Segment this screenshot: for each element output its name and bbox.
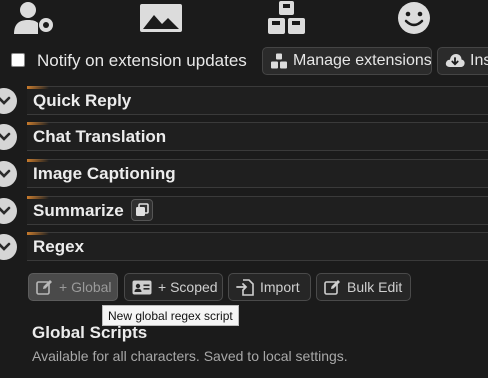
id-card-icon	[132, 280, 152, 294]
drawer-title: Image Captioning	[33, 164, 176, 183]
install-extension-button[interactable]: Ins	[437, 47, 488, 75]
chevron-down-icon[interactable]	[0, 124, 17, 150]
cloud-download-icon	[445, 54, 465, 67]
drawer-image-captioning[interactable]: Image Captioning	[27, 159, 488, 188]
smiley-icon[interactable]	[394, 0, 434, 36]
chevron-down-icon[interactable]	[0, 88, 17, 114]
edit-icon	[36, 280, 52, 295]
notify-updates-checkbox[interactable]	[11, 53, 25, 67]
drawer-chat-translation[interactable]: Chat Translation	[27, 122, 488, 151]
global-scripts-heading: Global Scripts	[32, 323, 148, 342]
user-settings-icon[interactable]	[12, 0, 56, 36]
copy-icon[interactable]	[131, 199, 153, 221]
cubes-icon	[271, 53, 287, 69]
notify-updates-label: Notify on extension updates	[37, 51, 247, 70]
import-script-label: Import	[260, 279, 300, 295]
chevron-down-icon[interactable]	[0, 234, 17, 260]
manage-extensions-label: Manage extensions	[293, 52, 432, 69]
notify-row: Notify on extension updates Manage exten…	[0, 46, 488, 76]
new-scoped-script-label: + Scoped	[158, 279, 218, 295]
tooltip: New global regex script	[102, 305, 239, 326]
drawer-regex[interactable]: Regex	[27, 232, 488, 261]
install-extension-label: Ins	[470, 52, 488, 69]
bulk-edit-label: Bulk Edit	[347, 279, 403, 295]
new-scoped-script-button[interactable]: + Scoped	[124, 273, 223, 301]
drawer-title: Chat Translation	[33, 127, 167, 146]
drawer-title: Summarize	[33, 201, 124, 220]
import-script-button[interactable]: Import	[228, 273, 311, 301]
bulk-edit-button[interactable]: Bulk Edit	[316, 273, 411, 301]
manage-extensions-button[interactable]: Manage extensions	[262, 47, 432, 75]
chevron-down-icon[interactable]	[0, 198, 17, 224]
edit-icon	[324, 280, 340, 295]
drawer-title: Regex	[33, 237, 85, 256]
image-icon[interactable]	[138, 0, 184, 36]
new-global-script-button[interactable]: + Global	[28, 273, 118, 301]
new-global-script-label: + Global	[59, 279, 112, 295]
top-icon-bar	[0, 0, 488, 40]
cubes-icon[interactable]	[265, 0, 309, 36]
file-import-icon	[236, 278, 254, 296]
drawer-quick-reply[interactable]: Quick Reply	[27, 86, 488, 115]
drawer-summarize[interactable]: Summarize	[27, 196, 488, 225]
global-scripts-description: Available for all characters. Saved to l…	[32, 348, 348, 364]
chevron-down-icon[interactable]	[0, 161, 17, 187]
drawer-title: Quick Reply	[33, 91, 132, 110]
